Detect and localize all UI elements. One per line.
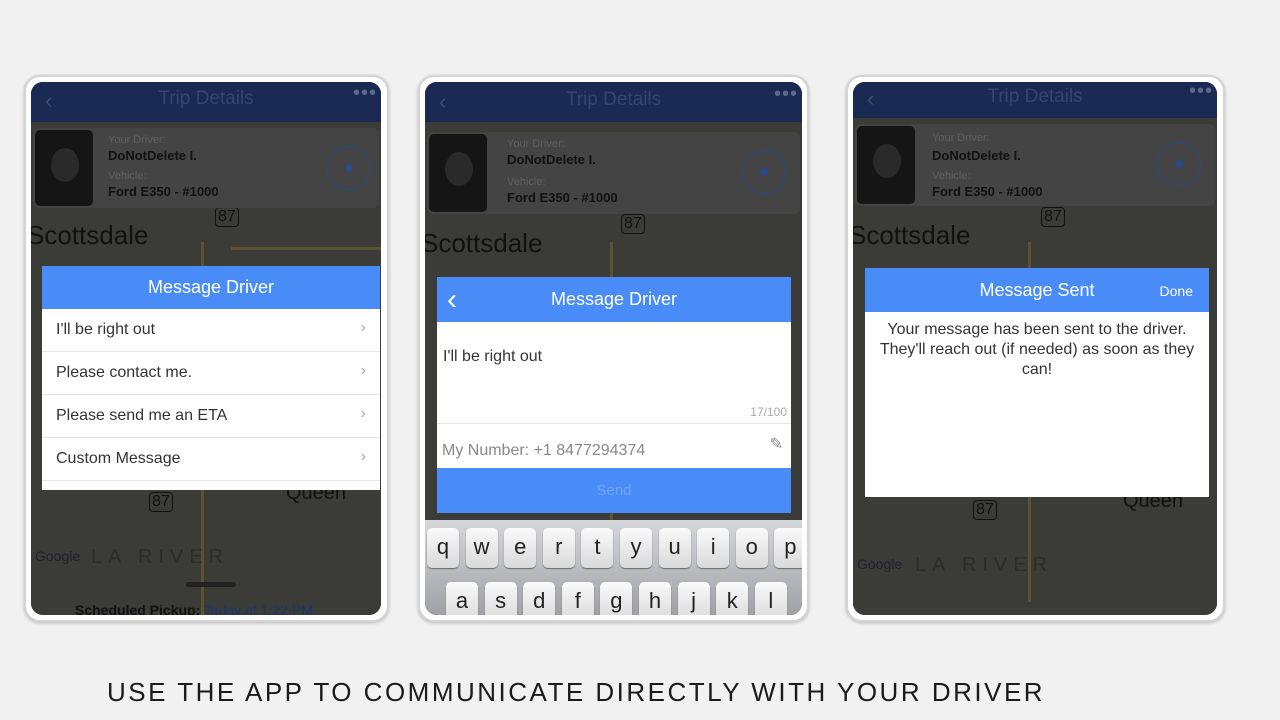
driver-card: Your Driver: DoNotDelete I. Vehicle: For… [33,128,379,208]
app-header: ‹ Trip Details ••• [425,82,802,122]
driver-name: DoNotDelete I. [932,148,1021,163]
key-e[interactable]: e [504,528,537,568]
app-header: ‹ Trip Details ••• [853,82,1217,118]
route-shield: 87 [621,214,645,234]
ellipsis-icon[interactable]: ••• [353,82,377,110]
driver-card: Your Driver: DoNotDelete I. Vehicle: For… [855,124,1215,206]
chevron-right-icon: › [360,362,366,379]
phone-screen-3: Scottsdale 87 87 Queen Google LA RIVER ‹… [853,82,1217,615]
driver-photo [35,130,93,206]
phone-screen-1: Scottsdale 87 87 Queen Google LA RIVER S… [31,82,381,615]
vehicle-label: Vehicle: [932,170,971,182]
slide-caption: USE THE APP TO COMMUNICATE DIRECTLY WITH… [107,677,1046,707]
route-shield: 87 [1041,207,1065,227]
map-area: LA RIVER [91,546,230,568]
route-shield: 87 [215,207,239,227]
map-city: Scottsdale [853,220,971,250]
header-title: Trip Details [565,89,662,110]
driver-name: DoNotDelete I. [507,152,596,167]
route-shield: 87 [973,500,997,520]
drag-handle[interactable] [186,582,236,587]
chat-bubble-icon[interactable]: ● [742,150,786,194]
message-option[interactable]: I'll be right out › [42,309,380,352]
map-city: Scottsdale [425,228,543,258]
driver-photo [857,126,915,204]
key-y[interactable]: y [620,528,652,568]
header-title: Trip Details [158,88,254,109]
chevron-right-icon: › [360,319,366,336]
header-title: Trip Details [987,86,1083,107]
map-city: Scottsdale [31,220,149,250]
key-f[interactable]: f [561,582,594,615]
key-g[interactable]: g [600,582,633,615]
chat-bubble-icon[interactable]: ● [1157,142,1201,186]
key-s[interactable]: s [484,582,517,615]
ellipsis-icon[interactable]: ••• [774,82,798,112]
key-d[interactable]: d [523,582,556,615]
app-header: ‹ Trip Details ••• [31,82,381,122]
dialog-header: ‹ Message Driver [437,277,791,322]
key-o[interactable]: o [735,528,768,568]
key-r[interactable]: r [542,528,575,568]
vehicle-name: Ford E350 - #1000 [932,184,1043,199]
message-driver-dialog: Message Driver I'll be right out › Please… [42,266,380,490]
google-logo: Google [35,548,81,564]
dialog-title: Message Driver [147,277,275,297]
ellipsis-icon[interactable]: ••• [1189,82,1213,106]
driver-name: DoNotDelete I. [108,148,197,163]
char-counter: 17/100 [750,405,787,419]
back-icon[interactable]: ‹ [867,84,874,114]
pencil-icon[interactable]: ✎ [770,434,783,454]
vehicle-label: Vehicle: [507,176,546,188]
driver-label: Your Driver: [108,134,166,146]
map-area: LA RIVER [915,554,1054,576]
key-j[interactable]: j [677,582,710,615]
google-logo: Google [857,556,903,572]
key-u[interactable]: u [658,528,691,568]
key-i[interactable]: i [697,528,730,568]
key-q[interactable]: q [427,528,459,568]
key-h[interactable]: h [639,582,671,615]
message-sent-dialog: Message Sent Done Your message has been … [865,268,1209,497]
chevron-right-icon: › [360,448,366,465]
key-t[interactable]: t [581,528,614,568]
confirmation-text: Your message has been sent to the driver… [879,321,1195,378]
phone-screen-2: Scottsdale 87 ‹ Trip Details ••• Your Dr… [425,82,802,615]
phone-number-field[interactable]: My Number: +1 8477294374 ✎ [437,424,791,468]
key-w[interactable]: w [465,528,498,568]
driver-label: Your Driver: [932,132,990,144]
route-shield: 87 [149,492,173,512]
scheduled-pickup: Scheduled Pickup: Today at 1:22 PM [75,602,313,615]
driver-photo [429,134,487,212]
driver-label: Your Driver: [507,138,565,150]
send-button[interactable]: Send [437,468,791,513]
back-icon[interactable]: ‹ [447,277,457,322]
message-driver-dialog: ‹ Message Driver I'll be right out 17/10… [437,277,791,513]
message-option[interactable]: Please contact me. › [42,352,380,395]
dialog-title: Message Driver [550,289,678,309]
message-option[interactable]: Please send me an ETA › [42,395,380,438]
key-p[interactable]: p [774,528,802,568]
keyboard: qwertyuiop asdfghjkl [425,520,802,615]
vehicle-name: Ford E350 - #1000 [507,190,618,205]
back-icon[interactable]: ‹ [45,84,52,118]
dialog-header: Message Driver [42,266,380,309]
back-icon[interactable]: ‹ [439,84,446,120]
key-k[interactable]: k [716,582,749,615]
dialog-title: Message Sent [979,280,1095,300]
chevron-right-icon: › [360,405,366,422]
vehicle-label: Vehicle: [108,170,147,182]
vehicle-name: Ford E350 - #1000 [108,184,219,199]
message-option[interactable]: Custom Message › [42,438,380,481]
driver-card: Your Driver: DoNotDelete I. Vehicle: For… [427,132,800,214]
done-button[interactable]: Done [1160,269,1193,313]
key-l[interactable]: l [754,582,787,615]
chat-bubble-icon[interactable]: ● [327,146,371,190]
key-a[interactable]: a [446,582,478,615]
message-textarea[interactable]: I'll be right out 17/100 [437,322,791,424]
dialog-header: Message Sent Done [865,268,1209,312]
